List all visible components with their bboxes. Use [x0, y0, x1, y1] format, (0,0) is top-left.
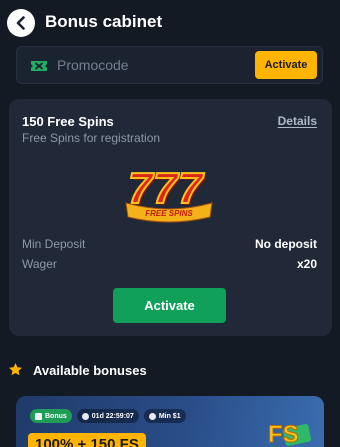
free-spins-illustration: FS	[268, 421, 312, 447]
bonus-title: 150 Free Spins	[22, 114, 114, 129]
bonus-tags: Bonus 01d 22:59:07 Min $1	[30, 409, 186, 423]
header: Bonus cabinet	[0, 0, 340, 46]
gift-icon	[35, 412, 42, 420]
bonus-activate-button[interactable]: Activate	[113, 288, 226, 323]
section-title: Available bonuses	[33, 363, 147, 378]
clock-icon	[81, 412, 89, 420]
back-button[interactable]	[7, 9, 35, 37]
bonus-subtitle: Free Spins for registration	[22, 131, 161, 145]
min-deposit-tag: Min $1	[143, 409, 186, 423]
bonus-card: 150 Free Spins Free Spins for registrati…	[9, 99, 332, 336]
available-bonus-card[interactable]: Bonus 01d 22:59:07 Min $1 100% + 150 FS …	[16, 396, 324, 447]
promocode-input[interactable]	[57, 47, 257, 83]
slot-777-illustration: 7 7 7 7 7 7 FREE SPINS	[125, 163, 213, 223]
bonus-tag: Bonus	[30, 409, 72, 423]
promocode-activate-button[interactable]: Activate	[255, 51, 317, 79]
chevron-left-icon	[16, 16, 25, 30]
promocode-row: Activate	[16, 46, 323, 84]
star-icon	[9, 363, 22, 376]
min-deposit-value: No deposit	[255, 237, 317, 251]
details-link[interactable]: Details	[278, 114, 317, 128]
wager-value: x20	[296, 257, 317, 271]
wager-label: Wager	[22, 257, 57, 271]
svg-text:7: 7	[153, 164, 180, 213]
svg-text:FS: FS	[268, 421, 299, 447]
min-deposit-label: Min Deposit	[22, 237, 86, 251]
ticket-icon	[31, 61, 47, 71]
page-title: Bonus cabinet	[45, 12, 163, 31]
timer-tag: 01d 22:59:07	[76, 409, 139, 423]
bonus-amount-badge: 100% + 150 FS	[28, 433, 146, 447]
wallet-icon	[148, 412, 156, 420]
svg-text:FREE SPINS: FREE SPINS	[145, 209, 193, 218]
